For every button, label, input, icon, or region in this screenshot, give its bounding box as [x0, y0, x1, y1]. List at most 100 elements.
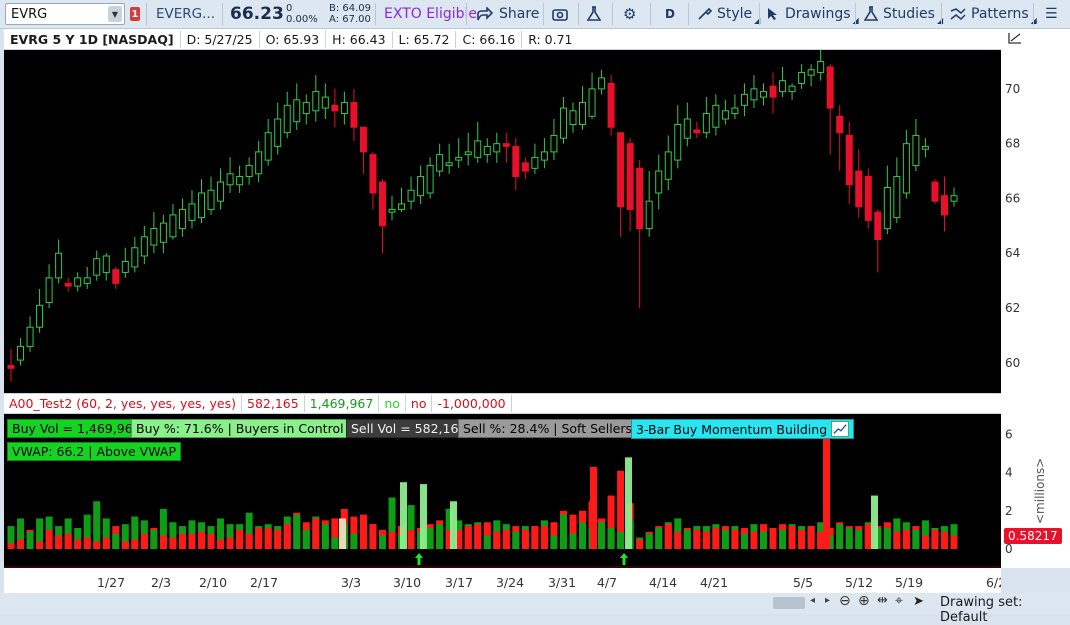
studies-label: Studies	[883, 6, 935, 22]
volume-bar	[779, 524, 787, 549]
camera-icon	[552, 9, 568, 21]
style-menu[interactable]: Style ◢	[697, 3, 760, 25]
volume-bar	[359, 514, 367, 549]
candle	[350, 88, 358, 141]
price-chart[interactable]	[4, 50, 1001, 388]
aggregation-button[interactable]: D	[665, 3, 675, 25]
volume-bar-highlight	[400, 482, 407, 549]
candle	[521, 157, 529, 180]
volume-bar	[245, 512, 253, 549]
scrollbar-thumb[interactable]	[773, 597, 805, 609]
alert-badge[interactable]: 1	[130, 7, 140, 21]
date-tick-label: 3/31	[548, 575, 576, 590]
buy-volume-label: Buy Vol = 1,469,967	[7, 419, 146, 438]
fit-horizontal-icon[interactable]: ⇹	[877, 593, 888, 608]
change-value: 0	[286, 3, 293, 14]
candle	[731, 94, 739, 120]
candle	[550, 119, 558, 161]
volume-bar	[512, 526, 520, 549]
study-sell-vol: 582,165	[247, 396, 299, 411]
scroll-right-icon[interactable]: ▸	[825, 595, 830, 606]
candle	[798, 64, 806, 89]
volume-bar	[798, 526, 806, 549]
candle	[702, 97, 710, 139]
divider	[759, 3, 760, 25]
symbol-input[interactable]: EVRG ▼	[5, 3, 125, 25]
drawing-set-label[interactable]: Drawing set: Default	[940, 595, 1070, 625]
last-price: 66.23	[230, 4, 284, 24]
candle	[779, 66, 787, 98]
chart-title: EVRG 5 Y 1D [NASDAQ]	[10, 31, 174, 47]
hamburger-icon: ☰	[1045, 6, 1058, 22]
volume-bar	[493, 520, 501, 549]
candle	[93, 250, 101, 281]
share-button[interactable]: Share	[477, 3, 539, 25]
study-name[interactable]: A00_Test2 (60, 2, yes, yes, yes, yes)	[9, 396, 236, 411]
chevron-down-icon[interactable]: ▼	[108, 6, 122, 22]
crosshair-icon[interactable]: ⌖	[895, 593, 903, 609]
menu-button[interactable]: ☰	[1045, 3, 1058, 25]
candle	[283, 91, 291, 139]
volume-bar	[464, 524, 472, 549]
candle	[369, 151, 377, 210]
quote-close: C: 66.16	[462, 31, 516, 47]
zoom-in-icon[interactable]: ⊕	[858, 593, 870, 609]
zoom-out-icon[interactable]: ⊖	[839, 593, 851, 609]
scroll-left-icon[interactable]: ◂	[810, 595, 815, 606]
share-icon	[477, 7, 493, 21]
study-flag-2: no	[410, 396, 427, 411]
pointer-icon[interactable]: ➤	[913, 594, 924, 609]
patterns-label: Patterns	[971, 6, 1029, 22]
date-tick-label: 5/5	[793, 575, 813, 590]
volume-bar	[759, 524, 767, 549]
date-tick-label: 2/17	[250, 575, 278, 590]
patterns-menu[interactable]: Patterns ◢	[950, 3, 1037, 25]
volume-bar	[921, 520, 929, 549]
volume-bar	[902, 522, 910, 549]
sell-volume-label: Sell Vol = 582,165	[346, 419, 472, 438]
candle	[721, 99, 729, 125]
volume-bar	[702, 526, 710, 549]
cursor-icon	[768, 8, 777, 20]
settings-button[interactable]: ⚙	[623, 3, 636, 25]
date-tick-label: 4/7	[597, 575, 617, 590]
divider	[375, 3, 376, 25]
exto-eligible-button[interactable]: EXTO Eligible	[384, 3, 477, 25]
candle	[874, 209, 882, 273]
volume-bar	[721, 526, 729, 549]
study-flag-1: no	[384, 396, 400, 411]
candle	[426, 157, 434, 199]
lab-button[interactable]	[587, 3, 601, 25]
date-tick-label: 3/24	[496, 575, 524, 590]
candle	[855, 149, 863, 218]
candle	[17, 338, 25, 366]
candle	[836, 105, 844, 172]
candle	[255, 140, 263, 183]
volume-bar	[45, 516, 53, 549]
price-tick-label: 60	[1005, 356, 1020, 370]
aggregation-label: D	[665, 7, 675, 21]
volume-bar	[131, 516, 139, 549]
candle	[559, 97, 567, 144]
candle	[178, 198, 186, 237]
drawings-menu[interactable]: Drawings ◢	[767, 3, 859, 25]
divider	[650, 3, 651, 25]
candle	[150, 212, 158, 254]
date-tick-label: 3/17	[445, 575, 473, 590]
sell-percent-label: Sell %: 28.4% | Soft Sellers	[458, 419, 638, 438]
volume-bar	[198, 522, 206, 549]
study-header[interactable]: A00_Test2 (60, 2, yes, yes, yes, yes) 58…	[4, 393, 1001, 414]
volume-bar	[64, 518, 72, 549]
candle	[64, 277, 72, 292]
volume-bar	[7, 526, 15, 549]
patterns-icon	[950, 8, 966, 21]
share-label: Share	[499, 6, 540, 22]
volume-tick-label: 2	[1005, 504, 1013, 518]
candle	[826, 64, 834, 155]
studies-menu[interactable]: Studies ◢	[864, 3, 943, 25]
quote-high: H: 66.43	[332, 31, 386, 47]
volume-bar	[36, 518, 44, 549]
candle	[617, 132, 625, 237]
snapshot-button[interactable]	[552, 3, 568, 25]
volume-bar	[121, 524, 129, 549]
